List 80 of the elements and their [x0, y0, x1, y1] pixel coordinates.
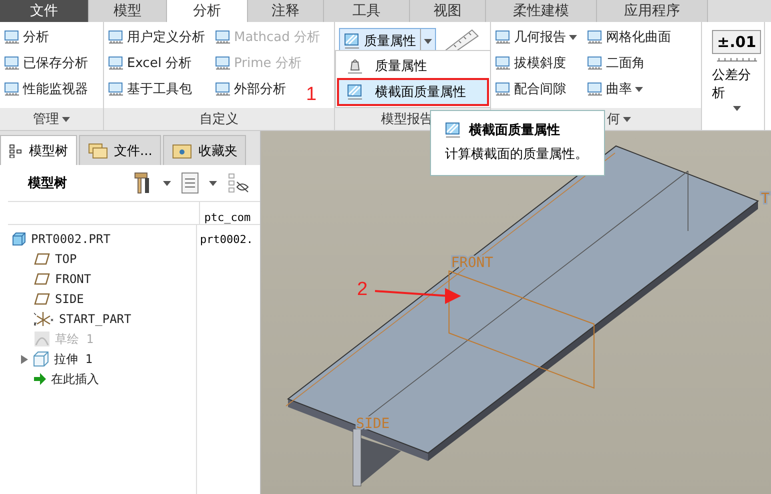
arrow-icon — [34, 373, 46, 385]
tool-icon — [215, 81, 231, 97]
datum-plane-label: T — [761, 191, 770, 207]
ribbon-command[interactable]: 配合间隙 — [495, 78, 566, 100]
tool-icon — [587, 55, 603, 71]
ribbon-tab[interactable]: 柔性建模 — [486, 0, 597, 22]
plane-icon — [34, 273, 50, 285]
caret-icon — [209, 180, 217, 186]
ribbon-command[interactable]: 基于工具包 — [108, 78, 192, 100]
tree-item[interactable]: SIDE — [55, 292, 84, 306]
tool-icon — [108, 55, 124, 71]
tree-item[interactable]: FRONT — [55, 272, 92, 286]
ribbon-tab[interactable]: 分析 — [167, 0, 248, 22]
ribbon-command[interactable]: 分析 — [4, 26, 49, 48]
tool-icon — [495, 29, 511, 45]
panel-tab[interactable]: 模型树 — [0, 135, 77, 165]
panel-tab[interactable]: 收藏夹 — [163, 135, 246, 165]
hatched-square-icon — [347, 84, 363, 100]
hatched-square-icon — [445, 122, 461, 138]
hidden-items-icon[interactable] — [227, 172, 249, 194]
tool-icon — [4, 81, 20, 97]
tolerance-analysis-button[interactable]: ±.01 公差分析 — [706, 26, 768, 115]
tree-item[interactable]: START_PART — [59, 312, 132, 326]
box-icon — [33, 351, 49, 367]
group-label[interactable]: 何 — [607, 110, 620, 128]
tree-item[interactable]: TOP — [55, 252, 77, 266]
plane-icon — [34, 293, 50, 305]
ruler-icon — [716, 58, 757, 62]
tooltip-text: 计算横截面的质量属性。 — [445, 146, 589, 163]
ribbon-command[interactable]: Excel 分析 — [108, 52, 192, 74]
tree-item[interactable]: 在此插入 — [51, 370, 99, 388]
tolerance-icon: ±.01 — [712, 30, 762, 54]
table-cell-text: prt0002. — [199, 232, 253, 248]
ribbon-command[interactable]: 性能监视器 — [4, 78, 88, 100]
caret-icon — [424, 38, 432, 44]
ribbon-tab[interactable]: 注释 — [248, 0, 324, 22]
panel-title: 模型树 — [28, 175, 68, 192]
tool-icon — [495, 55, 511, 71]
ribbon-command[interactable]: 几何报告 — [495, 26, 577, 48]
ribbon-command[interactable]: 用户定义分析 — [108, 26, 205, 48]
sketch-icon — [34, 331, 50, 347]
caret-icon — [163, 180, 171, 186]
tree-icon — [9, 144, 23, 158]
ribbon-command[interactable]: 曲率 — [587, 78, 643, 100]
ribbon-tab[interactable]: 工具 — [324, 0, 410, 22]
list-icon[interactable] — [181, 172, 199, 194]
tool-icon — [495, 81, 511, 97]
ribbon-command[interactable]: 外部分析 — [215, 78, 286, 100]
file-menu-tab[interactable]: 文件 — [0, 0, 89, 22]
tool-icon — [215, 55, 231, 71]
tooltip-title: 横截面质量属性 — [469, 122, 560, 139]
ribbon-command[interactable]: 拔模斜度 — [495, 52, 566, 74]
column-header[interactable]: ptc_com — [200, 202, 260, 224]
ribbon-tab[interactable]: 视图 — [410, 0, 486, 22]
tool-icon — [108, 81, 124, 97]
tool-icon — [4, 29, 20, 45]
callout-number: 2 — [357, 279, 368, 301]
tree-item[interactable]: PRT0002.PRT — [31, 232, 110, 246]
folder-icon — [172, 142, 192, 158]
cube-icon — [12, 232, 26, 246]
ribbon-command[interactable]: 二面角 — [587, 52, 645, 74]
folders-icon — [88, 142, 108, 158]
plane-icon — [34, 253, 50, 265]
tool-icon — [4, 55, 20, 71]
group-label: 自定义 — [200, 111, 238, 128]
menu-item[interactable]: 横截面质量属性 — [339, 80, 487, 104]
tool-icon — [215, 29, 231, 45]
tool-icon — [108, 29, 124, 45]
callout-number: 1 — [306, 84, 317, 106]
expand-arrow-icon[interactable] — [20, 354, 28, 364]
ribbon-tab[interactable]: 模型 — [89, 0, 167, 22]
panel-tab[interactable]: 文件... — [79, 135, 162, 165]
coordinate-system-icon — [34, 311, 54, 327]
ribbon-command[interactable]: 网格化曲面 — [587, 26, 671, 48]
weight-icon — [347, 58, 363, 74]
ribbon-command[interactable]: 已保存分析 — [4, 52, 88, 74]
tool-icon — [587, 29, 603, 45]
tree-item[interactable]: 拉伸 1 — [54, 350, 92, 368]
ribbon-tab[interactable]: 应用程序 — [597, 0, 708, 22]
tool-icon — [587, 81, 603, 97]
